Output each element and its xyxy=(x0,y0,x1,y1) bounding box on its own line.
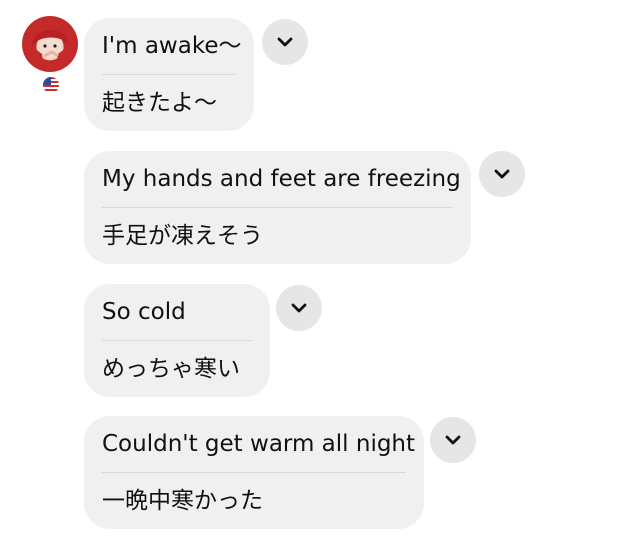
message-original-text: I'm awake～ xyxy=(102,33,242,59)
us-flag-icon xyxy=(42,76,60,94)
message-translated-text: 一晩中寒かった xyxy=(102,488,263,514)
message-original-text: So cold xyxy=(102,299,186,325)
message-bubble[interactable]: Couldn't get warm all night 一晩中寒かった xyxy=(84,416,424,529)
chevron-down-icon xyxy=(277,37,293,47)
expand-button[interactable] xyxy=(276,285,322,331)
chevron-down-icon xyxy=(291,303,307,313)
message-translated-text: めっちゃ寒い xyxy=(102,356,240,382)
message-translated-text: 手足が凍えそう xyxy=(102,223,263,249)
message-bubble[interactable]: So cold めっちゃ寒い xyxy=(84,284,270,397)
chevron-down-icon xyxy=(445,435,461,445)
message-bubble[interactable]: My hands and feet are freezing 手足が凍えそう xyxy=(84,151,471,264)
avatar-icon xyxy=(32,29,68,68)
expand-button[interactable] xyxy=(430,417,476,463)
expand-button[interactable] xyxy=(262,19,308,65)
message-original-text: Couldn't get warm all night xyxy=(102,431,416,457)
message-translated-text: 起きたよ～ xyxy=(102,90,217,116)
sender-avatar[interactable] xyxy=(22,16,78,94)
message-thread: I'm awake～ 起きたよ～ My hands and feet are f… xyxy=(0,0,640,549)
chevron-down-icon xyxy=(494,169,510,179)
message-original-text: My hands and feet are freezing xyxy=(102,166,461,192)
message-bubble[interactable]: I'm awake～ 起きたよ～ xyxy=(84,18,254,131)
expand-button[interactable] xyxy=(479,151,525,197)
